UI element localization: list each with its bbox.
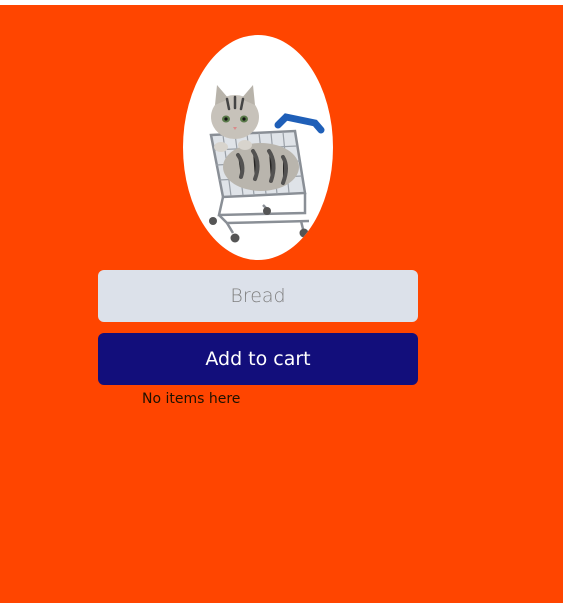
item-input[interactable] <box>98 270 418 322</box>
kitten-in-cart-image <box>183 35 333 260</box>
app-container: Add to cart No items here <box>0 5 563 603</box>
cart-illustration <box>209 85 325 243</box>
empty-cart-message: No items here <box>142 391 241 407</box>
add-to-cart-button[interactable]: Add to cart <box>98 333 418 385</box>
